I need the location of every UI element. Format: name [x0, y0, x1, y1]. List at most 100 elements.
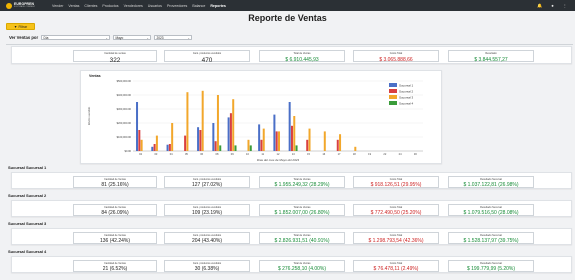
x-tick-label: 16 — [322, 152, 325, 156]
filter-icon: ▼ — [13, 24, 18, 29]
filter-button[interactable]: ▼ Filtrar — [6, 23, 35, 30]
kpi-value: $ 2.826.931,51 (40.91%) — [274, 238, 330, 245]
nav-item-reportes[interactable]: Reportes — [210, 4, 226, 8]
filter-button-label: Filtrar — [18, 24, 28, 29]
kpi-total-cost: Costo Total $ 918.126,51 (29.95%) — [353, 175, 439, 189]
top-navbar: EUROPREN SOFTWARE COMPANY Vender Ventas Cl… — [0, 0, 575, 11]
year-select[interactable]: 2023 ⌄ — [154, 35, 193, 40]
nav-item-usuarios[interactable]: Usuarios — [148, 4, 162, 8]
kpi-total-sales: Total de Ventas $ 1.852.007,00 (26.80%) — [259, 203, 345, 216]
kpi-value: $ 918.126,51 (29.95%) — [370, 182, 422, 189]
kpi-label: Costo Total — [389, 52, 403, 56]
kpi-total-sales: Total de Ventas $ 1.955.249,32 (28.29%) — [259, 175, 345, 189]
x-tick-label: 24 — [399, 152, 402, 156]
branch-title: Sucursal Sucursal 4 — [8, 249, 47, 254]
kpi-label: Costo Total — [389, 233, 403, 237]
kpi-products-count: Cant. productos vendidos 204 (43.40%) — [164, 231, 250, 244]
branch-card: Cantidad de Ventas 136 (42.24%) Cant. prod… — [11, 228, 572, 245]
x-tick-label: 11 — [261, 152, 264, 156]
x-axis-label: Días del mes de Mayo del 2023 — [257, 158, 300, 162]
chart-title: Ventas — [89, 74, 101, 78]
kpi-value: 84 (26.09%) — [101, 210, 129, 217]
x-tick-label: 03 — [154, 152, 157, 156]
x-tick-label: 06 — [200, 152, 203, 156]
period-select[interactable]: Día ⌄ — [41, 35, 111, 40]
bar-sucursal-4 — [219, 145, 222, 151]
bar-sucursal-3 — [201, 90, 204, 151]
legend-label: Sucursal 3 — [399, 95, 414, 99]
brand-logo[interactable]: EUROPREN SOFTWARE COMPANY — [6, 2, 52, 9]
chevron-down-icon: ⌄ — [105, 35, 108, 40]
nav-item-ventas[interactable]: Ventas — [68, 4, 79, 8]
bar-sucursal-2 — [275, 131, 278, 151]
kpi-value: $ 199.779,99 (5.20%) — [466, 266, 516, 273]
bar-sucursal-1 — [273, 114, 276, 151]
kpi-sales-count: Cantidad de Ventas 21 (6.52%) — [73, 259, 157, 272]
branch-card: Cantidad de Ventas 21 (6.52%) Cant. produc… — [11, 256, 572, 273]
branch-title: Sucursal Sucursal 3 — [8, 221, 47, 226]
kpi-value: $ 1.298.793,54 (42.36%) — [368, 238, 424, 245]
bar-sucursal-1 — [166, 144, 169, 151]
kpi-value: 81 (25.16%) — [101, 182, 129, 189]
legend-label: Sucursal 2 — [399, 89, 414, 93]
bar-sucursal-2 — [260, 139, 263, 151]
nav-item-balance[interactable]: Balance — [192, 4, 205, 8]
kpi-products-count: Cant. productos vendidos 127 (27.02%) — [164, 175, 250, 189]
kpi-sales-count: Cantidad de Ventas 84 (26.09%) — [73, 203, 157, 217]
kpi-value: $ 1.528.137,97 (39.75%) — [463, 238, 519, 245]
logo-mark — [6, 2, 12, 9]
nav-item-vendedores[interactable]: Vendedores — [124, 4, 143, 8]
menu-icon[interactable]: ⋮ — [563, 3, 567, 8]
kpi-value: $ 3.065.888,66 — [379, 56, 413, 63]
kpi-value: 322 — [109, 56, 121, 64]
bar-sucursal-2 — [336, 139, 339, 151]
kpi-value: 127 (27.02%) — [191, 182, 223, 189]
user-icon[interactable]: ● — [551, 3, 554, 8]
filter-label: Ver Ventas por — [9, 35, 39, 40]
y-tick-label: $300,000.00 — [117, 107, 132, 111]
kpi-label: Cant. productos vendidos — [192, 52, 222, 56]
nav-item-proveedores[interactable]: Proveedores — [167, 4, 187, 8]
kpi-label: Cantidad de Ventas — [104, 205, 126, 209]
y-axis-label: Monto vendido — [87, 106, 91, 125]
bar-sucursal-3 — [232, 99, 235, 151]
kpi-value: 109 (23.19%) — [191, 210, 223, 217]
bar-sucursal-3 — [216, 95, 219, 151]
kpi-total-cost: Costo Total $ 1.298.793,54 (42.36%) — [353, 231, 439, 245]
kpi-products-count: Cant. productos vendidos 470 — [164, 50, 250, 64]
kpi-label: Resultado — [485, 52, 497, 56]
kpi-value: 470 — [201, 56, 213, 64]
kpi-label: Costo Total — [389, 177, 403, 181]
bell-icon[interactable]: 🔔 — [537, 3, 542, 9]
nav-item-productos[interactable]: Productos — [102, 4, 118, 8]
x-tick-label: 12 — [277, 152, 280, 156]
bar-sucursal-3 — [186, 92, 189, 151]
nav-item-clientes[interactable]: Clientes — [84, 4, 97, 8]
nav-item-vender[interactable]: Vender — [52, 4, 63, 8]
kpi-value: 30 (6.38%) — [194, 266, 220, 273]
bar-sucursal-3 — [354, 146, 357, 151]
kpi-value: $ 772.490,50 (25.20%) — [370, 210, 422, 217]
bar-sucursal-1 — [151, 146, 154, 151]
page-title: Reporte de Ventas — [248, 13, 327, 23]
x-tick-label: 18 — [353, 152, 356, 156]
x-tick-label: 22 — [383, 152, 386, 156]
bar-sucursal-1 — [258, 124, 261, 151]
bar-sucursal-4 — [249, 145, 252, 151]
kpi-label: Costo Total — [389, 205, 403, 209]
kpi-value: $ 6.910.445,93 — [285, 56, 319, 63]
month-select[interactable]: Mayo ⌄ — [113, 35, 152, 40]
kpi-sales-count: Cantidad de Ventas 81 (25.16%) — [73, 175, 157, 189]
kpi-value: $ 276.258,10 (4.00%) — [277, 266, 327, 273]
kpi-label: Total de Ventas — [293, 261, 311, 265]
kpi-value: $ 1.037.122,81 (26.98%) — [463, 182, 519, 189]
kpi-label: Total de Ventas — [293, 52, 311, 56]
kpi-sales-count: Cantidad de Ventas 136 (42.24%) — [73, 231, 157, 245]
bar-sucursal-3 — [140, 139, 143, 151]
kpi-value: $ 1.955.249,32 (28.29%) — [274, 182, 330, 189]
kpi-value: 136 (42.24%) — [99, 238, 131, 245]
branch-card: Cantidad de Ventas 84 (26.09%) Cant. produ… — [11, 200, 572, 217]
x-tick-label: 09 — [231, 152, 234, 156]
y-tick-label: $400,000.00 — [117, 93, 132, 97]
nav-actions: 🔔 ● ⋮ — [537, 3, 567, 9]
